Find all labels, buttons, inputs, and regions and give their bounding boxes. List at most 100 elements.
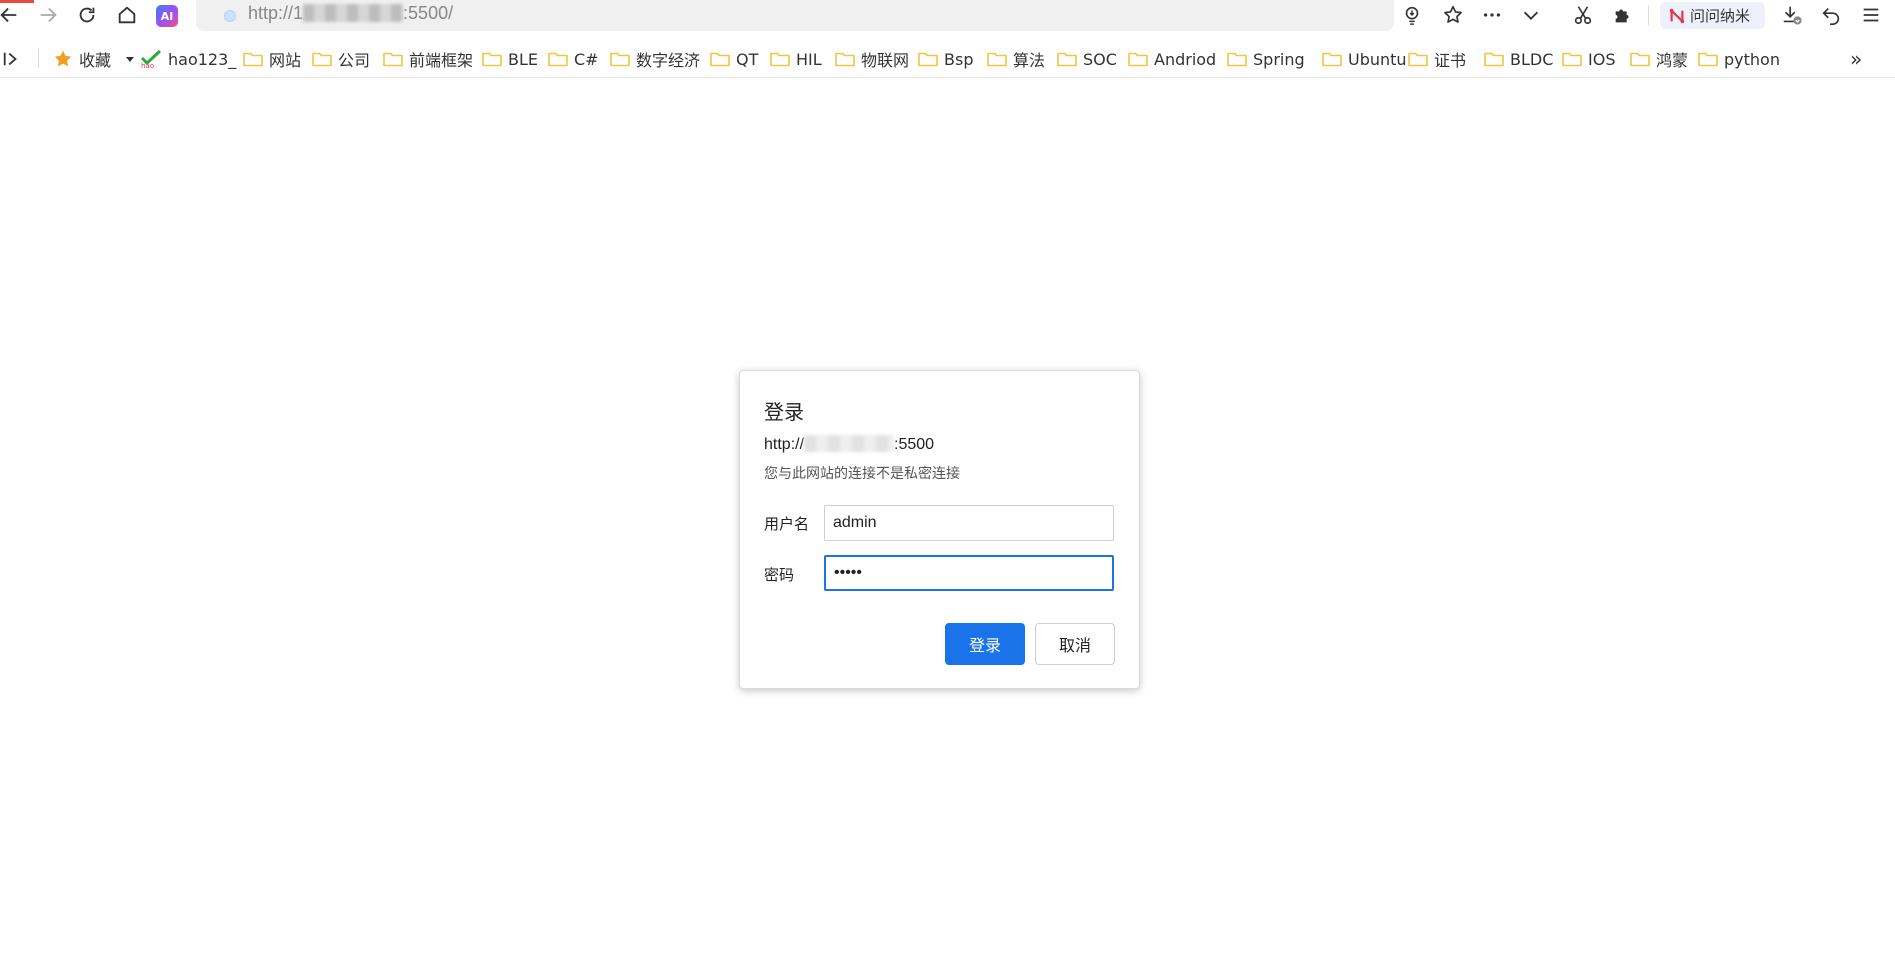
cancel-button[interactable]: 取消: [1035, 623, 1115, 665]
undo-icon: [1822, 7, 1840, 25]
address-bar[interactable]: http://1:5500/: [196, 0, 1394, 31]
bookmark-folder[interactable]: Bsp: [918, 48, 973, 70]
undo-button[interactable]: [1816, 2, 1846, 28]
folder-icon: [1128, 51, 1148, 67]
bookmark-folder-label: Ubuntu: [1348, 49, 1407, 69]
nami-logo-icon: [1669, 8, 1685, 23]
home-button[interactable]: [112, 2, 142, 28]
bookmark-folder-label: QT: [736, 49, 759, 69]
toolbar-divider: [1648, 5, 1649, 25]
username-label: 用户名: [764, 515, 810, 533]
bookmark-folder-label: 证书: [1434, 51, 1467, 70]
dropdown-button[interactable]: [1516, 2, 1546, 28]
bookmark-folder[interactable]: 数字经济: [610, 48, 700, 70]
bookmark-folder[interactable]: 证书: [1408, 48, 1466, 70]
bookmark-folder[interactable]: C#: [548, 48, 599, 70]
bookmark-folder[interactable]: BLDC: [1484, 48, 1553, 70]
bookmark-folder[interactable]: 物联网: [835, 48, 909, 70]
bookmark-folder[interactable]: 网站: [243, 48, 301, 70]
bookmark-folder-label: SOC: [1083, 49, 1117, 69]
sidebar-toggle-icon: [3, 52, 17, 66]
favorites-button[interactable]: 收藏: [53, 48, 135, 70]
back-arrow-icon: [0, 7, 17, 23]
bookmark-folder-label: BLDC: [1510, 49, 1554, 69]
more-bookmarks-button[interactable]: »: [1850, 47, 1863, 71]
bookmark-hao123[interactable]: hao hao123_: [140, 48, 236, 70]
username-field[interactable]: [824, 505, 1114, 541]
bookmark-star-button[interactable]: [1438, 2, 1468, 28]
bookmark-folder[interactable]: 公司: [312, 48, 370, 70]
bookmark-folder-label: IOS: [1588, 49, 1616, 69]
bookmark-folder[interactable]: Ubuntu: [1322, 48, 1407, 70]
menu-button[interactable]: [1856, 2, 1886, 28]
bookmark-folder[interactable]: IOS: [1562, 48, 1615, 70]
bookmark-folder-label: 公司: [338, 51, 371, 70]
hao123-logo-icon: hao: [140, 49, 162, 69]
reload-icon: [79, 7, 95, 23]
bookmark-folder-label: HIL: [796, 49, 822, 69]
origin-prefix: http://: [764, 436, 805, 453]
folder-icon: [1057, 51, 1077, 67]
folder-icon: [243, 51, 263, 67]
bookmark-folder[interactable]: SOC: [1057, 48, 1117, 70]
address-url-suffix: :5500/: [403, 3, 454, 23]
bookmark-folder[interactable]: HIL: [770, 48, 822, 70]
reader-mode-button[interactable]: [1397, 2, 1427, 28]
folder-icon: [548, 51, 568, 67]
reload-button[interactable]: [72, 2, 102, 28]
downloads-button[interactable]: [1777, 2, 1807, 28]
wenwen-label: 问问纳米: [1690, 7, 1751, 25]
svg-text:hao: hao: [141, 62, 154, 69]
bookmark-folder-label: Andriod: [1154, 49, 1217, 69]
star-outline-icon: [1444, 5, 1462, 23]
bookmark-folder[interactable]: BLE: [482, 48, 538, 70]
folder-icon: [1484, 51, 1504, 67]
ellipsis-icon: [1483, 13, 1501, 17]
more-options-button[interactable]: [1477, 2, 1507, 28]
bookmark-folder[interactable]: 前端框架: [383, 48, 473, 70]
bookmark-folder-label: python: [1724, 49, 1780, 69]
wenwen-nami-button[interactable]: 问问纳米: [1660, 2, 1765, 29]
back-button[interactable]: [0, 2, 24, 28]
star-filled-icon: [54, 50, 72, 67]
scissors-icon: [1574, 6, 1592, 25]
redacted-host: [303, 4, 404, 22]
bookmark-folder[interactable]: Spring: [1227, 48, 1305, 70]
folder-icon: [610, 51, 630, 67]
bookmarks-bar: 收藏 hao hao123_ 网站 公司 前端框架 BLE C# 数字经济 QT HIL 物联网…: [0, 40, 1895, 78]
folder-icon: [918, 51, 938, 67]
extensions-button[interactable]: [1608, 2, 1638, 28]
site-info-icon[interactable]: [224, 10, 236, 22]
connection-warning: 您与此网站的连接不是私密连接: [764, 466, 960, 482]
bookmark-folder[interactable]: python: [1698, 48, 1780, 70]
folder-icon: [835, 51, 855, 67]
chevron-down-icon: [1523, 11, 1539, 20]
bookmarks-divider: [38, 48, 39, 68]
folder-icon: [1408, 51, 1428, 67]
bookmark-folder[interactable]: 算法: [987, 48, 1045, 70]
password-field[interactable]: [824, 555, 1114, 591]
address-url[interactable]: http://1:5500/: [248, 3, 453, 24]
bookmark-folder[interactable]: 鸿蒙: [1630, 48, 1688, 70]
folder-icon: [383, 51, 403, 67]
favorites-label: 收藏: [79, 51, 112, 70]
more-bookmarks-label: »: [1850, 47, 1863, 71]
folder-icon: [1227, 51, 1247, 67]
screenshot-button[interactable]: [1568, 2, 1598, 28]
download-icon: [1783, 6, 1802, 25]
sidebar-toggle-button[interactable]: [2, 48, 20, 70]
bookmark-folder-label: BLE: [508, 49, 538, 69]
folder-icon: [770, 51, 790, 67]
folder-icon: [1562, 51, 1582, 67]
bookmark-folder-label: 网站: [269, 51, 302, 70]
folder-icon: [312, 51, 332, 67]
redacted-origin-host: [804, 435, 895, 452]
bookmark-folder-label: Spring: [1253, 49, 1305, 69]
forward-button[interactable]: [33, 2, 63, 28]
puzzle-icon: [1615, 9, 1629, 23]
ai-assistant-icon[interactable]: AI: [156, 5, 178, 27]
bookmark-folder[interactable]: QT: [710, 48, 758, 70]
login-button[interactable]: 登录: [945, 623, 1025, 665]
bookmark-folder[interactable]: Andriod: [1128, 48, 1216, 70]
caret-down-icon: [126, 57, 135, 62]
